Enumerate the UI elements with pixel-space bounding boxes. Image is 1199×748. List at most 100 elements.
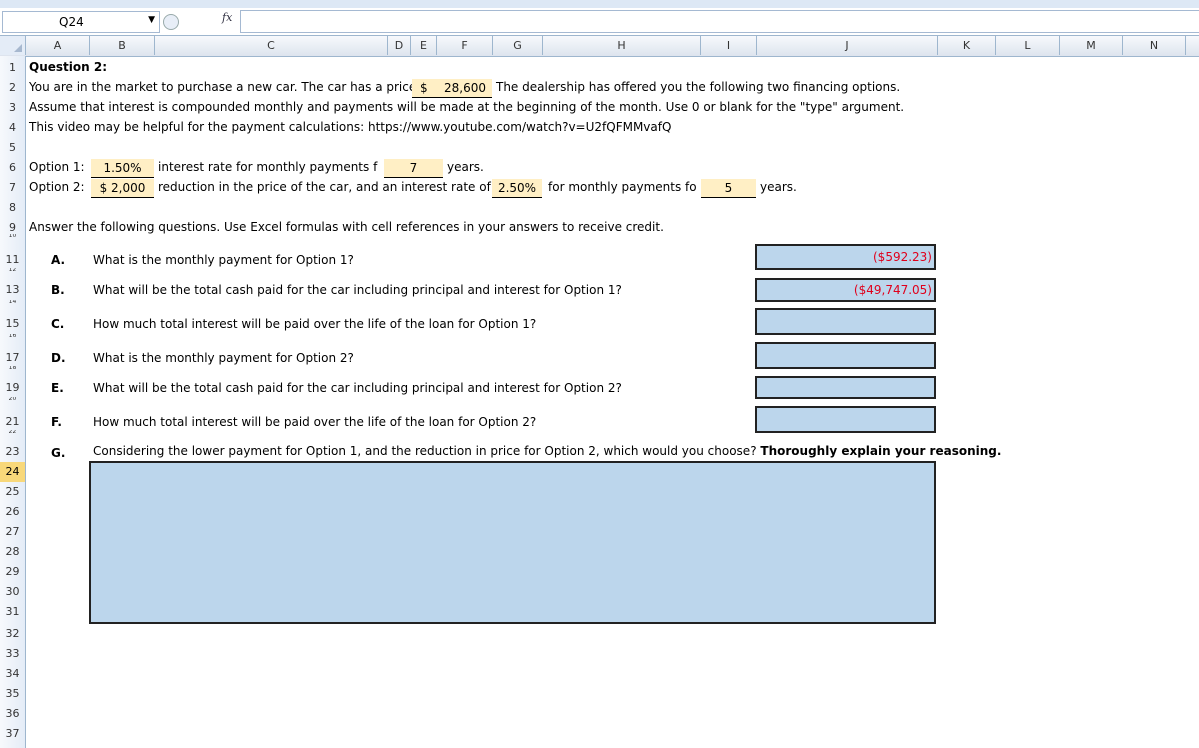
row-header-6[interactable]: 6 — [0, 160, 25, 176]
row-header-16[interactable]: 16 — [0, 334, 25, 338]
formula-bar: Q24 ▼ fx — [0, 8, 1199, 36]
question-f-letter: F. — [51, 415, 62, 429]
answer-f-cell[interactable] — [755, 406, 936, 433]
row-header-13[interactable]: 13 — [0, 282, 25, 298]
name-box-value: Q24 — [59, 15, 84, 29]
option2-text: reduction in the price of the car, and a… — [158, 180, 491, 194]
column-header-f[interactable]: F — [437, 36, 493, 55]
question-g-emphasis: Thoroughly explain your reasoning. — [760, 444, 1002, 458]
video-link-text: This video may be helpful for the paymen… — [29, 120, 672, 134]
option2-rate-cell[interactable]: 2.50% — [492, 179, 542, 198]
column-header-g[interactable]: G — [493, 36, 543, 55]
question-d-letter: D. — [51, 351, 66, 365]
option1-label: Option 1: — [29, 160, 85, 174]
option2-years-label: years. — [760, 180, 797, 194]
answer-a-cell[interactable]: ($592.23) — [755, 244, 936, 270]
question-e-letter: E. — [51, 381, 64, 395]
question-a-text: What is the monthly payment for Option 1… — [93, 253, 354, 267]
option2-text-2: for monthly payments fo — [548, 180, 697, 194]
column-header-a[interactable]: A — [26, 36, 90, 55]
row-header-8[interactable]: 8 — [0, 200, 25, 216]
column-header-k[interactable]: K — [938, 36, 996, 55]
question-g-prompt: Considering the lower payment for Option… — [93, 444, 757, 458]
row-header-4[interactable]: 4 — [0, 120, 25, 136]
row-header-30[interactable]: 30 — [0, 584, 25, 600]
row-header-5[interactable]: 5 — [0, 140, 25, 156]
answer-e-cell[interactable] — [755, 376, 936, 399]
answer-g-textbox[interactable] — [89, 461, 936, 624]
currency-symbol: $ — [420, 81, 428, 95]
column-header-n[interactable]: N — [1123, 36, 1186, 55]
intro-text-3: Assume that interest is compounded month… — [29, 100, 905, 114]
option2-years-cell[interactable]: 5 — [701, 179, 756, 198]
column-header-b[interactable]: B — [90, 36, 155, 55]
row-header-24[interactable]: 24 — [0, 462, 25, 482]
row-header-11[interactable]: 11 — [0, 252, 25, 268]
question-heading: Question 2: — [29, 60, 107, 74]
car-price-cell[interactable]: $ 28,600 — [412, 79, 492, 98]
instructions-text: Answer the following questions. Use Exce… — [29, 220, 664, 234]
formula-cancel-icon[interactable] — [163, 14, 179, 30]
row-header-14[interactable]: 14 — [0, 300, 25, 304]
answer-d-cell[interactable] — [755, 342, 936, 369]
question-f-text: How much total interest will be paid ove… — [93, 415, 537, 429]
option1-years-cell[interactable]: 7 — [384, 159, 443, 178]
row-header-37[interactable]: 37 — [0, 726, 25, 742]
row-header-20[interactable]: 20 — [0, 397, 25, 401]
row-header-23[interactable]: 23 — [0, 444, 25, 460]
column-header-e[interactable]: E — [411, 36, 437, 55]
name-box[interactable]: Q24 ▼ — [2, 11, 160, 33]
row-header-1[interactable]: 1 — [0, 60, 25, 76]
option1-years-label: years. — [447, 160, 484, 174]
row-header-32[interactable]: 32 — [0, 626, 25, 642]
column-header-c[interactable]: C — [155, 36, 388, 55]
row-header-2[interactable]: 2 — [0, 80, 25, 96]
function-icon[interactable]: fx — [222, 11, 232, 24]
select-all-corner[interactable] — [0, 36, 26, 55]
option1-rate-cell[interactable]: 1.50% — [91, 159, 154, 178]
question-b-letter: B. — [51, 283, 65, 297]
question-g-letter: G. — [51, 446, 66, 460]
ribbon-strip — [0, 0, 1199, 8]
row-header-12[interactable]: 12 — [0, 268, 25, 272]
row-header-35[interactable]: 35 — [0, 686, 25, 702]
row-header-36[interactable]: 36 — [0, 706, 25, 722]
answer-b-cell[interactable]: ($49,747.05) — [755, 278, 936, 302]
row-header-18[interactable]: 18 — [0, 366, 25, 370]
column-header-bar: A B C D E F G H I J K L M N — [0, 36, 1199, 57]
row-header-33[interactable]: 33 — [0, 646, 25, 662]
question-d-text: What is the monthly payment for Option 2… — [93, 351, 354, 365]
row-header-31[interactable]: 31 — [0, 604, 25, 620]
row-header-27[interactable]: 27 — [0, 524, 25, 540]
row-header-22[interactable]: 22 — [0, 430, 25, 434]
column-header-d[interactable]: D — [388, 36, 411, 55]
row-header-21[interactable]: 21 — [0, 414, 25, 430]
option2-reduction-cell[interactable]: $ 2,000 — [91, 179, 154, 198]
question-c-letter: C. — [51, 317, 65, 331]
intro-text-1: You are in the market to purchase a new … — [29, 80, 417, 94]
row-header-28[interactable]: 28 — [0, 544, 25, 560]
question-g-text: Considering the lower payment for Option… — [93, 444, 1001, 458]
column-header-j[interactable]: J — [757, 36, 938, 55]
column-header-l[interactable]: L — [996, 36, 1060, 55]
row-header-34[interactable]: 34 — [0, 666, 25, 682]
row-header-26[interactable]: 26 — [0, 504, 25, 520]
column-header-i[interactable]: I — [701, 36, 757, 55]
formula-input[interactable] — [240, 10, 1199, 33]
question-b-text: What will be the total cash paid for the… — [93, 283, 622, 297]
column-header-m[interactable]: M — [1060, 36, 1123, 55]
row-header-7[interactable]: 7 — [0, 180, 25, 196]
row-header-19[interactable]: 19 — [0, 380, 25, 396]
chevron-down-icon[interactable]: ▼ — [148, 15, 155, 25]
row-header-17[interactable]: 17 — [0, 350, 25, 366]
column-header-h[interactable]: H — [543, 36, 701, 55]
car-price-value: 28,600 — [444, 81, 486, 95]
row-header-bar: 1 2 3 4 5 6 7 8 9 10 11 12 13 14 15 16 1… — [0, 56, 26, 748]
row-header-29[interactable]: 29 — [0, 564, 25, 580]
row-header-15[interactable]: 15 — [0, 316, 25, 332]
answer-c-cell[interactable] — [755, 308, 936, 335]
option2-label: Option 2: — [29, 180, 85, 194]
row-header-10[interactable]: 10 — [0, 234, 25, 238]
row-header-25[interactable]: 25 — [0, 484, 25, 500]
row-header-3[interactable]: 3 — [0, 100, 25, 116]
